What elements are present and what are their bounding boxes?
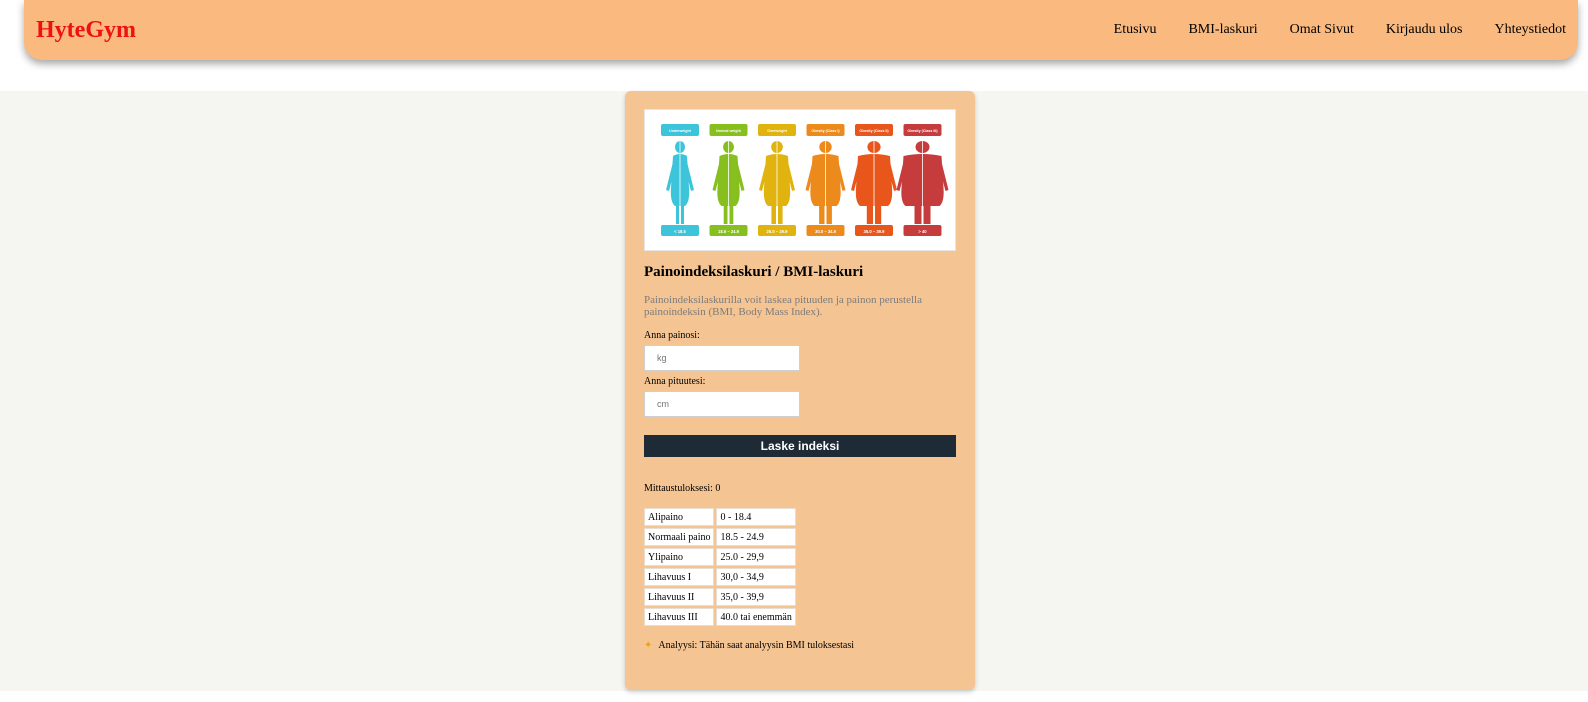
bmi-figure-1: Underweight < 18.5 — [661, 124, 699, 236]
bmi-figure-4: Obesity (Class I) 30.0 – 34.9 — [805, 124, 846, 236]
bmi-illustration: Underweight < 18.5 Normal weight 18.5 – 24.… — [644, 109, 956, 251]
table-cell-range: 0 - 18.4 — [716, 508, 797, 526]
table-cell-category: Normaali paino — [644, 528, 715, 546]
svg-text:< 18.5: < 18.5 — [674, 229, 686, 234]
bmi-figure-6: Obesity (Class III) > 40 — [896, 124, 949, 236]
table-row: Lihavuus I 30,0 - 34,9 — [644, 568, 797, 586]
calculate-button[interactable]: Laske indeksi — [644, 435, 956, 457]
svg-text:35.0 – 39.9: 35.0 – 39.9 — [864, 229, 886, 234]
table-cell-category: Ylipaino — [644, 548, 715, 566]
result-text: Mittaustuloksesi: 0 — [644, 483, 721, 494]
table-cell-range: 30,0 - 34,9 — [716, 568, 797, 586]
nav-link-omat-sivut[interactable]: Omat Sivut — [1290, 22, 1354, 38]
table-row: Alipaino 0 - 18.4 — [644, 508, 797, 526]
table-cell-category: Alipaino — [644, 508, 715, 526]
nav-link-kirjaudu-ulos[interactable]: Kirjaudu ulos — [1386, 22, 1463, 38]
table-cell-range: 18.5 - 24.9 — [716, 528, 797, 546]
table-row: Lihavuus II 35,0 - 39,9 — [644, 588, 797, 606]
height-input[interactable] — [644, 391, 800, 417]
weight-input[interactable] — [644, 345, 800, 371]
svg-text:Underweight: Underweight — [669, 129, 692, 133]
svg-text:Obesity (Class I): Obesity (Class I) — [811, 129, 840, 133]
svg-text:> 40: > 40 — [918, 229, 927, 234]
nav-links: Etusivu BMI-laskuri Omat Sivut Kirjaudu … — [1082, 0, 1566, 60]
table-row: Lihavuus III 40.0 tai enemmän — [644, 608, 797, 626]
table-cell-category: Lihavuus II — [644, 588, 715, 606]
nav-link-bmi-laskuri[interactable]: BMI-laskuri — [1188, 22, 1257, 38]
bmi-table: Alipaino 0 - 18.4 Normaali paino 18.5 - … — [642, 506, 798, 628]
brand-logo[interactable]: HyteGym — [36, 17, 136, 44]
svg-text:30.0 – 34.9: 30.0 – 34.9 — [815, 229, 837, 234]
analysis-text: Analyysi: Tähän saat analyysin BMI tulok… — [658, 640, 855, 651]
bmi-figure-3: Overweight 25.0 – 29.9 — [758, 124, 796, 236]
svg-text:25.0 – 29.9: 25.0 – 29.9 — [767, 229, 789, 234]
table-cell-range: 35,0 - 39,9 — [716, 588, 797, 606]
bmi-card: Underweight < 18.5 Normal weight 18.5 – 24.… — [625, 91, 975, 690]
analysis-line: ✦ Analyysi: Tähän saat analyysin BMI tul… — [644, 640, 956, 651]
bmi-figure-5: Obesity (Class II) 35.0 – 39.9 — [851, 124, 897, 236]
height-label: Anna pituutesi: — [644, 376, 706, 387]
table-cell-category: Lihavuus I — [644, 568, 715, 586]
table-cell-range: 40.0 tai enemmän — [716, 608, 797, 626]
table-cell-range: 25.0 - 29,9 — [716, 548, 797, 566]
lightbulb-icon: ✦ — [644, 640, 653, 651]
table-row: Normaali paino 18.5 - 24.9 — [644, 528, 797, 546]
calculator-description: Painoindeksilaskurilla voit laskea pituu… — [644, 294, 922, 318]
svg-text:Obesity (Class II): Obesity (Class II) — [859, 129, 889, 133]
bmi-figure-2: Normal weight 18.5 – 24.9 — [709, 124, 748, 236]
nav-link-yhteystiedot[interactable]: Yhteystiedot — [1494, 22, 1566, 38]
svg-text:Obesity (Class III): Obesity (Class III) — [907, 129, 938, 133]
weight-label: Anna painosi: — [644, 330, 700, 341]
svg-text:Overweight: Overweight — [767, 129, 787, 133]
calculator-title: Painoindeksilaskuri / BMI-laskuri — [644, 264, 864, 280]
bmi-figures-svg: Underweight < 18.5 Normal weight 18.5 – 24.… — [661, 124, 949, 236]
table-row: Ylipaino 25.0 - 29,9 — [644, 548, 797, 566]
nav-link-etusivu[interactable]: Etusivu — [1114, 22, 1157, 38]
svg-text:Normal weight: Normal weight — [716, 129, 742, 133]
table-cell-category: Lihavuus III — [644, 608, 715, 626]
top-navbar: HyteGym Etusivu BMI-laskuri Omat Sivut K… — [24, 0, 1578, 60]
svg-text:18.5 – 24.9: 18.5 – 24.9 — [718, 229, 740, 234]
